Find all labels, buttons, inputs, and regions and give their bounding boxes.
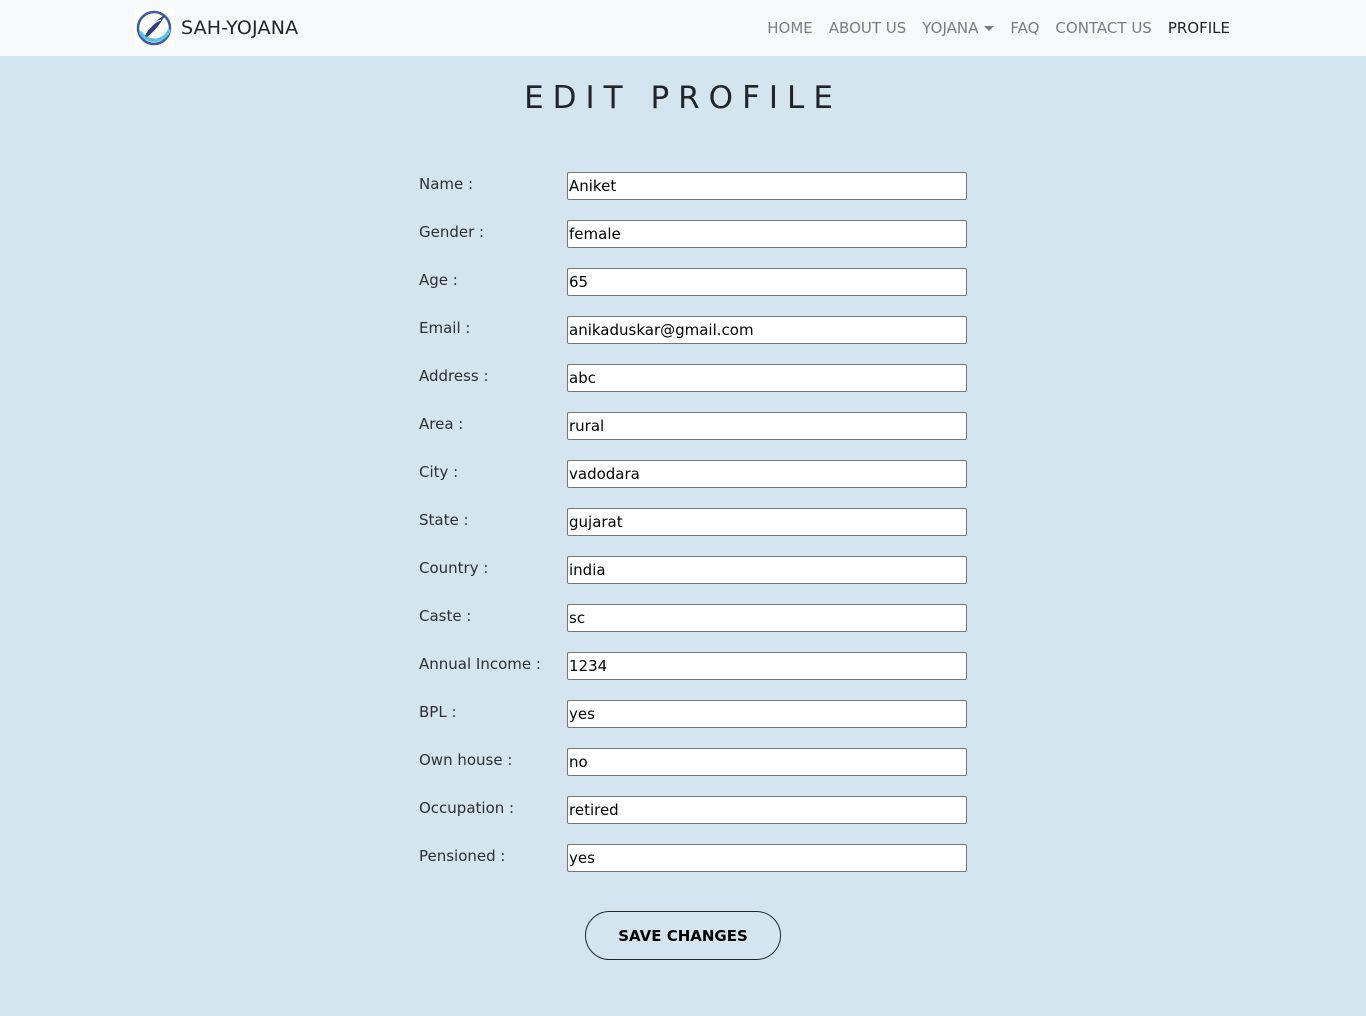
gender-row: Gender : — [419, 220, 979, 268]
nav-contact-us[interactable]: CONTACT US — [1055, 19, 1151, 37]
age-row: Age : — [419, 268, 979, 316]
pensioned-label: Pensioned : — [419, 847, 506, 865]
country-input[interactable] — [567, 556, 967, 584]
navbar: SAH-YOJANA HOME ABOUT US YOJANA FAQ CONT… — [0, 0, 1366, 56]
bpl-row: BPL : — [419, 700, 979, 748]
nav-contact-us-label: CONTACT US — [1055, 19, 1152, 37]
occupation-input[interactable] — [567, 796, 967, 824]
nav-home[interactable]: HOME — [767, 19, 813, 37]
area-row: Area : — [419, 412, 979, 460]
edit-profile-form: Name : Gender : Age : Email : Address : … — [419, 172, 979, 892]
caste-label: Caste : — [419, 607, 472, 625]
brand[interactable]: SAH-YOJANA — [134, 8, 298, 48]
nav-about-us-label: ABOUT US — [828, 19, 907, 37]
nav-faq[interactable]: FAQ — [1010, 19, 1039, 37]
save-changes-button[interactable]: SAVE CHANGES — [585, 911, 781, 960]
country-row: Country : — [419, 556, 979, 604]
state-label: State : — [419, 511, 469, 529]
occupation-row: Occupation : — [419, 796, 979, 844]
area-label: Area : — [419, 415, 464, 433]
nav-profile-label: PROFILE — [1167, 19, 1230, 37]
city-input[interactable] — [567, 460, 967, 488]
area-input[interactable] — [567, 412, 967, 440]
nav-profile[interactable]: PROFILE — [1168, 19, 1230, 37]
annual-income-row: Annual Income : — [419, 652, 979, 700]
nav-faq-label: FAQ — [1010, 19, 1040, 37]
own-house-row: Own house : — [419, 748, 979, 796]
chevron-down-icon — [984, 25, 995, 31]
address-input[interactable] — [567, 364, 967, 392]
email-label: Email : — [419, 319, 471, 337]
nav-about-us[interactable]: ABOUT US — [829, 19, 907, 37]
pensioned-input[interactable] — [567, 844, 967, 872]
occupation-label: Occupation : — [419, 799, 515, 817]
address-label: Address : — [419, 367, 489, 385]
bpl-input[interactable] — [567, 700, 967, 728]
caste-row: Caste : — [419, 604, 979, 652]
nav-yojana-label: YOJANA — [922, 19, 979, 37]
own-house-input[interactable] — [567, 748, 967, 776]
age-input[interactable] — [567, 268, 967, 296]
gender-input[interactable] — [567, 220, 967, 248]
brand-name: SAH-YOJANA — [181, 17, 299, 39]
email-input[interactable] — [567, 316, 967, 344]
main-nav: HOME ABOUT US YOJANA FAQ CONTACT US PROF… — [751, 0, 1230, 56]
city-row: City : — [419, 460, 979, 508]
city-label: City : — [419, 463, 459, 481]
nav-yojana-dropdown[interactable]: YOJANA — [922, 19, 995, 37]
annual-income-input[interactable] — [567, 652, 967, 680]
name-row: Name : — [419, 172, 979, 220]
state-input[interactable] — [567, 508, 967, 536]
email-row: Email : — [419, 316, 979, 364]
pensioned-row: Pensioned : — [419, 844, 979, 892]
age-label: Age : — [419, 271, 458, 289]
own-house-label: Own house : — [419, 751, 513, 769]
name-input[interactable] — [567, 172, 967, 200]
name-label: Name : — [419, 175, 474, 193]
state-row: State : — [419, 508, 979, 556]
page-title: EDIT PROFILE — [524, 80, 842, 116]
caste-input[interactable] — [567, 604, 967, 632]
sah-yojana-logo-icon — [134, 8, 174, 48]
nav-home-label: HOME — [767, 19, 813, 37]
gender-label: Gender : — [419, 223, 485, 241]
country-label: Country : — [419, 559, 489, 577]
address-row: Address : — [419, 364, 979, 412]
annual-income-label: Annual Income : — [419, 655, 541, 673]
bpl-label: BPL : — [419, 703, 457, 721]
